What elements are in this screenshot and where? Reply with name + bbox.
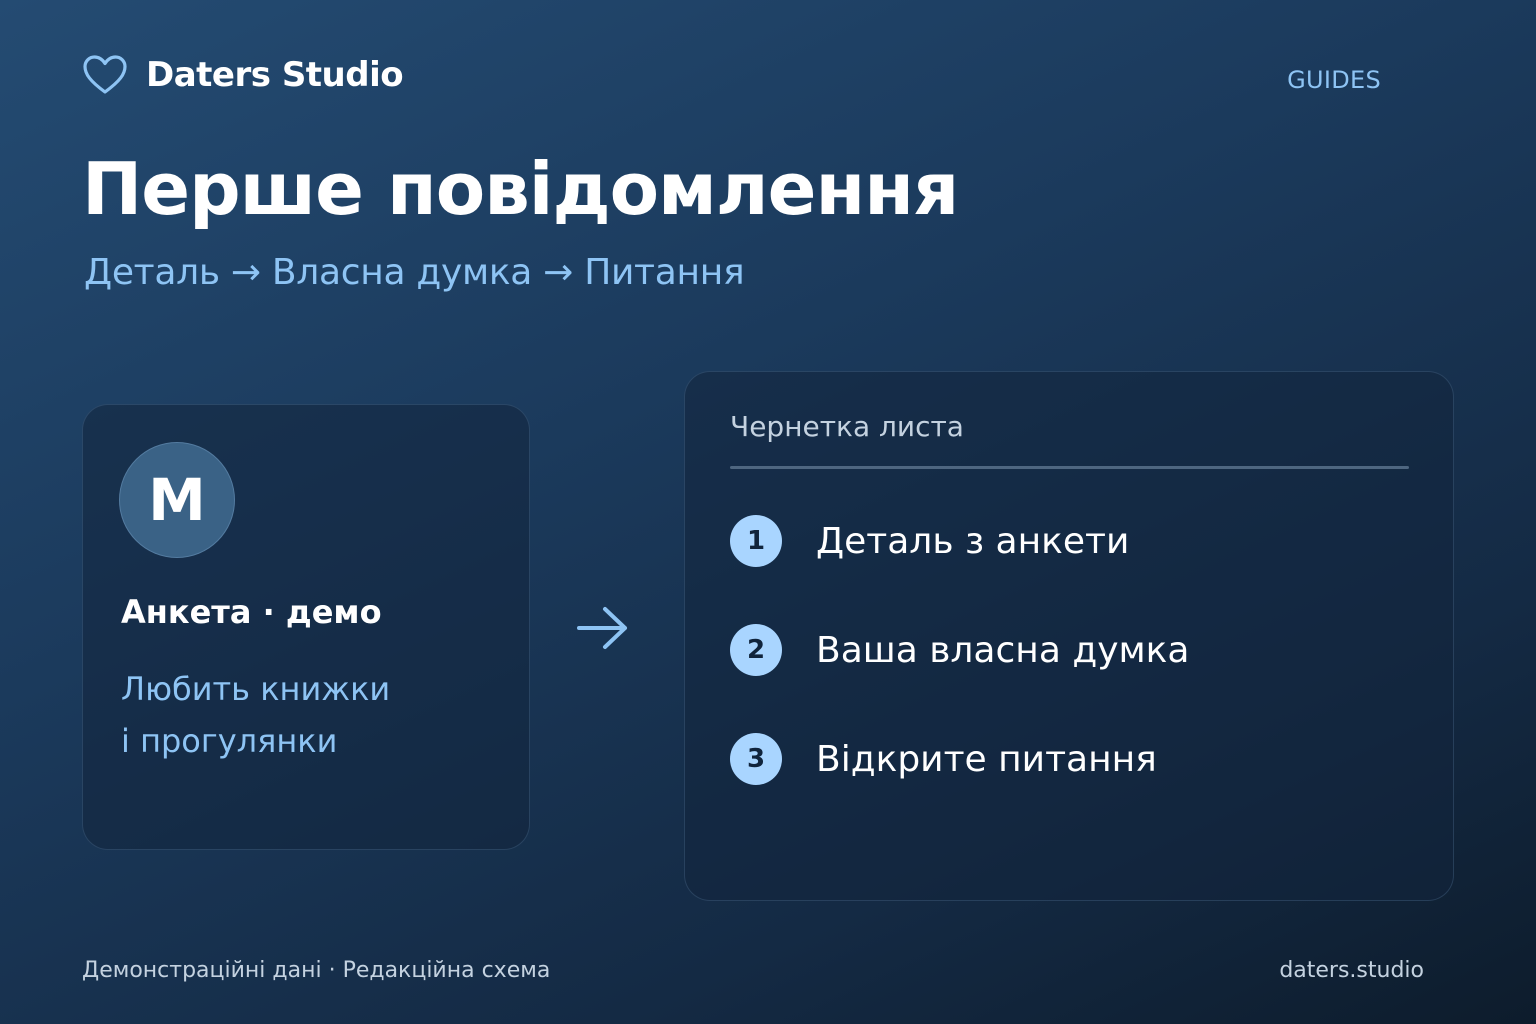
step-label: Ваша власна думка	[816, 629, 1190, 671]
step-number-badge: 3	[730, 733, 782, 785]
profile-card: M Анкета · демо Любить книжки і прогулян…	[82, 404, 530, 850]
avatar: M	[119, 442, 235, 558]
draft-step: 1 Деталь з анкети	[730, 515, 1129, 567]
profile-description: Любить книжки і прогулянки	[121, 663, 390, 767]
draft-step: 3 Відкрите питання	[730, 733, 1157, 785]
brand-name: Daters Studio	[146, 55, 404, 95]
footer-site-link[interactable]: daters.studio	[1279, 958, 1424, 983]
arrow-right-icon	[577, 607, 627, 649]
step-label: Відкрите питання	[816, 738, 1157, 780]
footer-note: Демонстраційні дані · Редакційна схема	[82, 958, 551, 983]
divider	[730, 466, 1409, 469]
profile-description-line: і прогулянки	[121, 722, 338, 760]
profile-title: Анкета · демо	[121, 593, 382, 631]
step-number-badge: 2	[730, 624, 782, 676]
draft-card: Чернетка листа 1 Деталь з анкети 2 Ваша …	[684, 371, 1454, 901]
brand[interactable]: Daters Studio	[82, 54, 404, 96]
page-title: Перше повідомлення	[82, 147, 959, 231]
page-subtitle: Деталь → Власна думка → Питання	[84, 252, 745, 293]
nav-link-guides[interactable]: GUIDES	[1287, 66, 1381, 94]
draft-step: 2 Ваша власна думка	[730, 624, 1189, 676]
heart-icon	[83, 55, 127, 94]
step-number-badge: 1	[730, 515, 782, 567]
step-label: Деталь з анкети	[816, 520, 1130, 562]
profile-description-line: Любить книжки	[121, 670, 391, 708]
draft-title: Чернетка листа	[730, 410, 964, 443]
